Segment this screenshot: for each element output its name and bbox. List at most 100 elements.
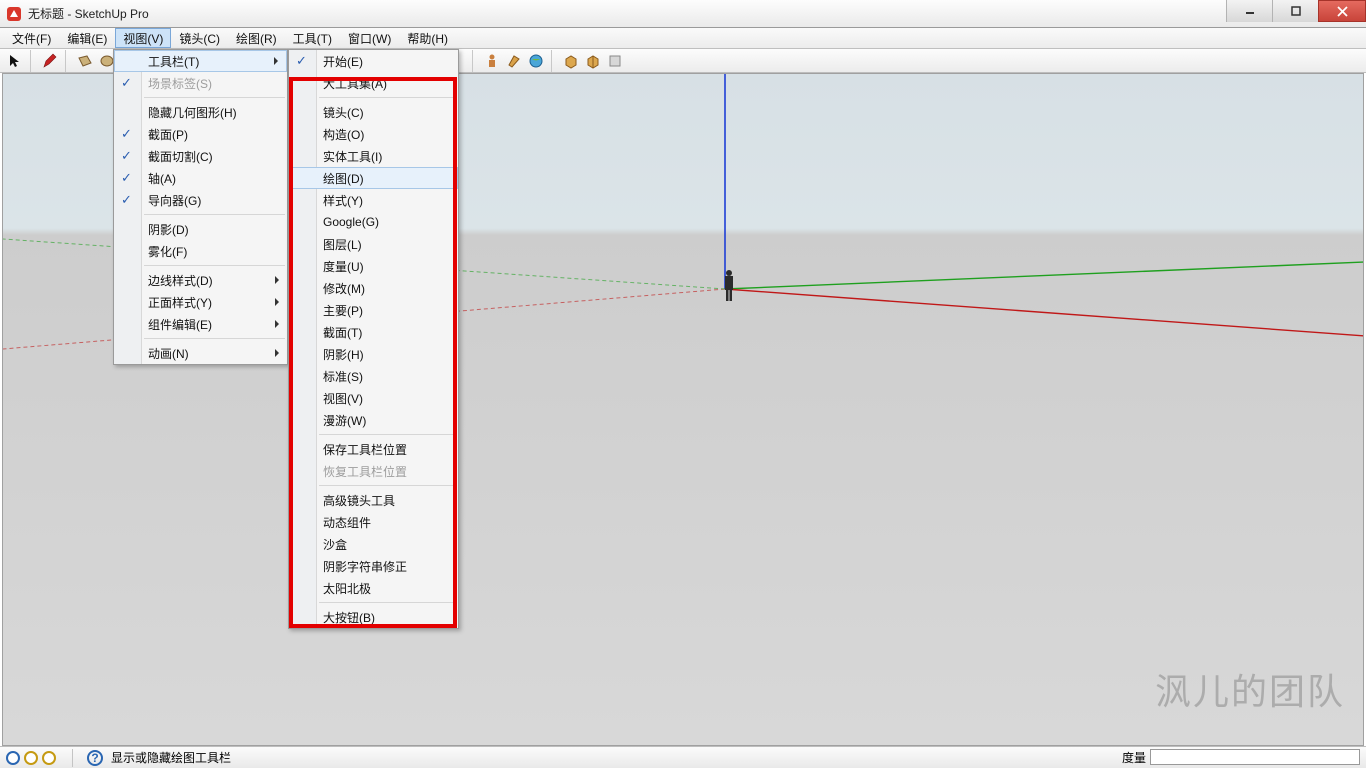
toolbars-menu-item[interactable]: 绘图(D) [289, 167, 458, 189]
minimize-button[interactable] [1226, 0, 1272, 22]
toolbars-menu-item[interactable]: 大按钮(B) [289, 606, 458, 628]
menu-window[interactable]: 窗口(W) [340, 28, 399, 48]
dropdown-item-label: 阴影字符串修正 [323, 558, 407, 575]
view-menu-item[interactable]: 雾化(F) [114, 240, 287, 262]
dropdown-item-label: 阴影(H) [323, 346, 364, 363]
view-menu-item[interactable]: ✓轴(A) [114, 167, 287, 189]
dropdown-item-label: 漫游(W) [323, 412, 366, 429]
toolbars-menu-item[interactable]: ✓开始(E) [289, 50, 458, 72]
menu-label: 文件(F) [12, 30, 51, 47]
toolbars-menu-item: 恢复工具栏位置 [289, 460, 458, 482]
toolbars-menu-item[interactable]: 高级镜头工具 [289, 489, 458, 511]
select-tool-icon[interactable] [4, 50, 26, 72]
menu-tools[interactable]: 工具(T) [285, 28, 340, 48]
dropdown-item-label: 实体工具(I) [323, 148, 382, 165]
menu-label: 编辑(E) [67, 30, 107, 47]
status-bar: ? 显示或隐藏绘图工具栏 度量 [0, 746, 1366, 768]
menu-draw[interactable]: 绘图(R) [228, 28, 285, 48]
dropdown-item-label: 视图(V) [323, 390, 363, 407]
dropdown-separator [319, 602, 456, 603]
view-menu-item[interactable]: ✓导向器(G) [114, 189, 287, 211]
dropdown-item-label: 大工具集(A) [323, 75, 387, 92]
submenu-arrow-icon [275, 320, 279, 328]
toolbars-menu-item[interactable]: 实体工具(I) [289, 145, 458, 167]
window-controls [1226, 0, 1366, 22]
maximize-button[interactable] [1272, 0, 1318, 22]
view-menu-item[interactable]: 隐藏几何图形(H) [114, 101, 287, 123]
view-menu-item[interactable]: ✓ 截面切割(C) [114, 145, 287, 167]
dropdown-item-label: 太阳北极 [323, 580, 371, 597]
menu-camera[interactable]: 镜头(C) [171, 28, 228, 48]
check-icon: ✓ [121, 148, 132, 164]
toolbars-menu-item[interactable]: 太阳北极 [289, 577, 458, 599]
toolbars-menu-item[interactable]: 标准(S) [289, 365, 458, 387]
dropdown-item-label: 镜头(C) [323, 104, 364, 121]
dropdown-item-label: 隐藏几何图形(H) [148, 104, 237, 121]
menu-label: 帮助(H) [407, 30, 448, 47]
view-menu-item[interactable]: 组件编辑(E) [114, 313, 287, 335]
dropdown-item-label: 组件编辑(E) [148, 316, 212, 333]
box1-tool-icon[interactable] [560, 50, 582, 72]
toolbars-menu-item[interactable]: 保存工具栏位置 [289, 438, 458, 460]
view-menu-item[interactable]: ✓截面(P) [114, 123, 287, 145]
toolbars-menu-item[interactable]: 视图(V) [289, 387, 458, 409]
submenu-arrow-icon [274, 57, 278, 65]
menu-label: 镜头(C) [179, 30, 220, 47]
dropdown-separator [319, 97, 456, 98]
toolbars-menu-item[interactable]: 阴影字符串修正 [289, 555, 458, 577]
dropdown-item-label: 工具栏(T) [148, 53, 199, 70]
view-menu-item[interactable]: 工具栏(T) [114, 50, 287, 72]
view-menu-item[interactable]: 阴影(D) [114, 218, 287, 240]
toolbars-menu-item[interactable]: 大工具集(A) [289, 72, 458, 94]
dimensions-input[interactable] [1150, 749, 1360, 765]
dropdown-item-label: 大按钮(B) [323, 609, 375, 626]
menu-view[interactable]: 视图(V) [115, 28, 171, 48]
status-circle-icon[interactable] [24, 751, 38, 765]
person-tool-icon[interactable] [481, 50, 503, 72]
toolbars-menu-item[interactable]: 沙盒 [289, 533, 458, 555]
status-separator [72, 749, 73, 767]
toolbars-menu-item[interactable]: 主要(P) [289, 299, 458, 321]
toolbars-menu-item[interactable]: 漫游(W) [289, 409, 458, 431]
view-menu-item[interactable]: 边线样式(D) [114, 269, 287, 291]
menu-label: 视图(V) [123, 30, 163, 47]
dropdown-item-label: 样式(Y) [323, 192, 363, 209]
dropdown-item-label: 正面样式(Y) [148, 294, 212, 311]
close-button[interactable] [1318, 0, 1366, 22]
dropdown-item-label: 阴影(D) [148, 221, 189, 238]
title-bar: 无标题 - SketchUp Pro [0, 0, 1366, 28]
paint-tool-icon[interactable] [503, 50, 525, 72]
menu-help[interactable]: 帮助(H) [399, 28, 456, 48]
toolbars-menu-item[interactable]: 阴影(H) [289, 343, 458, 365]
menu-file[interactable]: 文件(F) [4, 28, 59, 48]
box2-tool-icon[interactable] [582, 50, 604, 72]
check-icon: ✓ [121, 170, 132, 186]
rectangle-tool-icon[interactable] [74, 50, 96, 72]
help-icon[interactable]: ? [87, 750, 103, 766]
pencil-tool-icon[interactable] [39, 50, 61, 72]
dropdown-separator [144, 97, 285, 98]
toolbars-menu-item[interactable]: 图层(L) [289, 233, 458, 255]
toolbars-menu-item[interactable]: 样式(Y) [289, 189, 458, 211]
status-circle-icon[interactable] [6, 751, 20, 765]
toolbars-menu-item[interactable]: Google(G) [289, 211, 458, 233]
toolbars-menu-item[interactable]: 动态组件 [289, 511, 458, 533]
toolbars-menu-item[interactable]: 截面(T) [289, 321, 458, 343]
box3-tool-icon[interactable] [604, 50, 626, 72]
status-circle-icon[interactable] [42, 751, 56, 765]
menu-edit[interactable]: 编辑(E) [59, 28, 115, 48]
dropdown-separator [144, 214, 285, 215]
status-circles [6, 751, 56, 765]
submenu-arrow-icon [275, 298, 279, 306]
toolbars-menu-item[interactable]: 镜头(C) [289, 101, 458, 123]
dropdown-item-label: 截面切割(C) [148, 148, 213, 165]
dropdown-separator [144, 338, 285, 339]
view-menu-item[interactable]: 正面样式(Y) [114, 291, 287, 313]
menu-label: 绘图(R) [236, 30, 277, 47]
globe-tool-icon[interactable] [525, 50, 547, 72]
toolbars-menu-item[interactable]: 构造(O) [289, 123, 458, 145]
toolbars-menu-item[interactable]: 度量(U) [289, 255, 458, 277]
dropdown-item-label: 恢复工具栏位置 [323, 463, 407, 480]
toolbars-menu-item[interactable]: 修改(M) [289, 277, 458, 299]
view-menu-item[interactable]: 动画(N) [114, 342, 287, 364]
